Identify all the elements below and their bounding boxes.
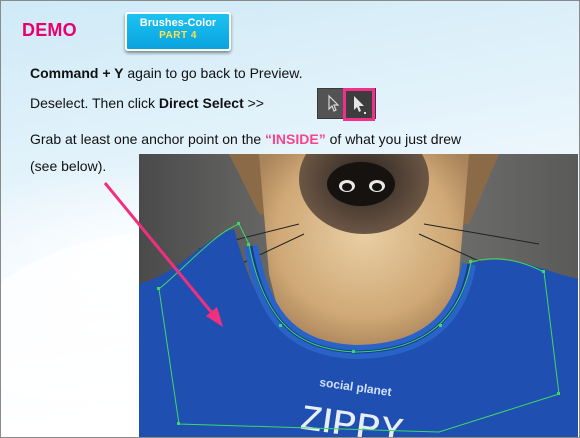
pointer-arrow [103,182,223,327]
slide: DEMO Brushes-Color PART 4 Command + Y ag… [0,0,580,438]
